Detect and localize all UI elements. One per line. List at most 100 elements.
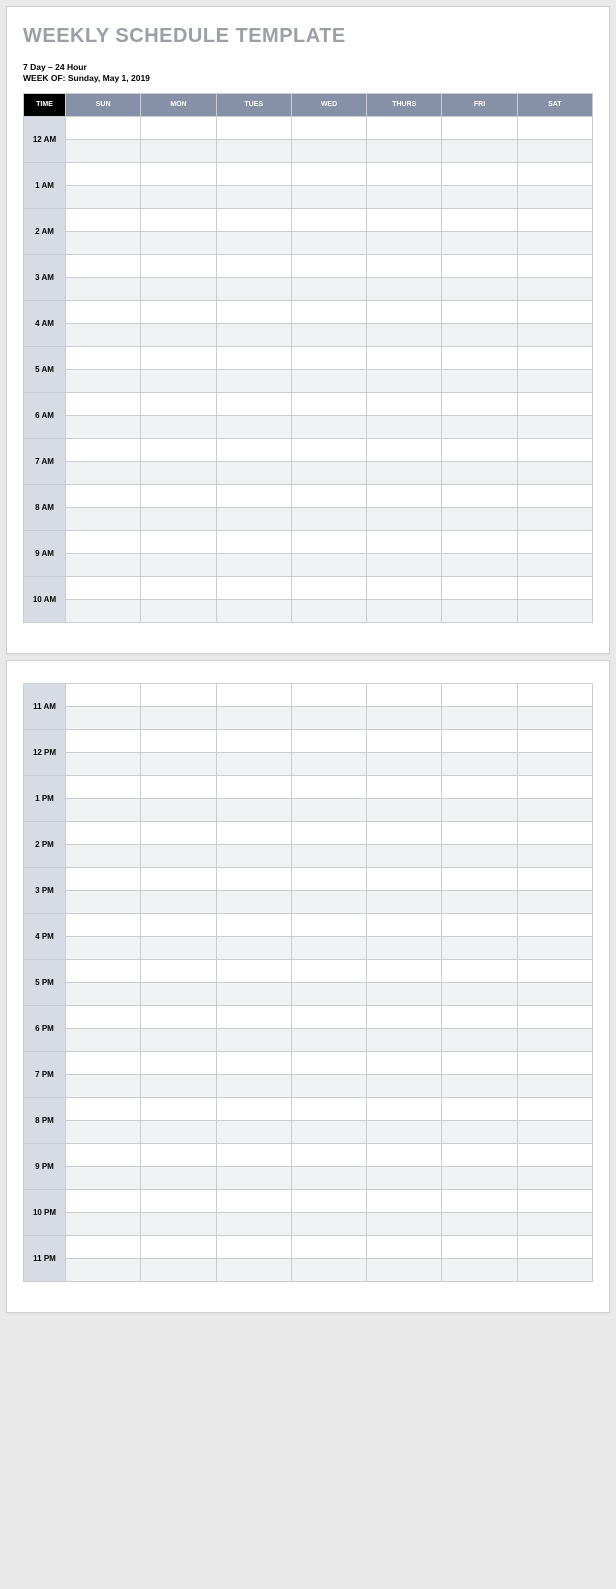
schedule-cell[interactable]	[291, 415, 366, 438]
schedule-cell[interactable]	[141, 208, 216, 231]
schedule-cell[interactable]	[141, 798, 216, 821]
schedule-cell[interactable]	[291, 507, 366, 530]
schedule-cell[interactable]	[66, 139, 141, 162]
schedule-cell[interactable]	[367, 683, 442, 706]
schedule-cell[interactable]	[442, 277, 517, 300]
schedule-cell[interactable]	[442, 1235, 517, 1258]
schedule-cell[interactable]	[216, 821, 291, 844]
schedule-cell[interactable]	[216, 185, 291, 208]
schedule-cell[interactable]	[66, 1212, 141, 1235]
schedule-cell[interactable]	[367, 821, 442, 844]
schedule-cell[interactable]	[517, 507, 592, 530]
schedule-cell[interactable]	[66, 369, 141, 392]
schedule-cell[interactable]	[442, 1097, 517, 1120]
schedule-cell[interactable]	[367, 185, 442, 208]
schedule-cell[interactable]	[216, 706, 291, 729]
schedule-cell[interactable]	[517, 300, 592, 323]
schedule-cell[interactable]	[141, 116, 216, 139]
schedule-cell[interactable]	[141, 1120, 216, 1143]
schedule-cell[interactable]	[442, 530, 517, 553]
schedule-cell[interactable]	[367, 959, 442, 982]
schedule-cell[interactable]	[291, 798, 366, 821]
schedule-cell[interactable]	[216, 139, 291, 162]
schedule-cell[interactable]	[291, 982, 366, 1005]
schedule-cell[interactable]	[291, 1074, 366, 1097]
schedule-cell[interactable]	[66, 913, 141, 936]
schedule-cell[interactable]	[517, 346, 592, 369]
schedule-cell[interactable]	[216, 1028, 291, 1051]
schedule-cell[interactable]	[216, 208, 291, 231]
schedule-cell[interactable]	[367, 323, 442, 346]
schedule-cell[interactable]	[216, 461, 291, 484]
schedule-cell[interactable]	[216, 1258, 291, 1281]
schedule-cell[interactable]	[442, 683, 517, 706]
schedule-cell[interactable]	[216, 599, 291, 622]
schedule-cell[interactable]	[291, 323, 366, 346]
schedule-cell[interactable]	[216, 415, 291, 438]
schedule-cell[interactable]	[442, 208, 517, 231]
schedule-cell[interactable]	[141, 936, 216, 959]
schedule-cell[interactable]	[442, 139, 517, 162]
schedule-cell[interactable]	[517, 798, 592, 821]
schedule-cell[interactable]	[291, 530, 366, 553]
schedule-cell[interactable]	[141, 729, 216, 752]
schedule-cell[interactable]	[517, 139, 592, 162]
schedule-cell[interactable]	[442, 415, 517, 438]
schedule-cell[interactable]	[141, 1028, 216, 1051]
schedule-cell[interactable]	[141, 1143, 216, 1166]
schedule-cell[interactable]	[141, 323, 216, 346]
schedule-cell[interactable]	[291, 461, 366, 484]
schedule-cell[interactable]	[66, 300, 141, 323]
schedule-cell[interactable]	[141, 346, 216, 369]
schedule-cell[interactable]	[517, 1258, 592, 1281]
schedule-cell[interactable]	[442, 844, 517, 867]
schedule-cell[interactable]	[66, 392, 141, 415]
schedule-cell[interactable]	[517, 1097, 592, 1120]
schedule-cell[interactable]	[216, 116, 291, 139]
schedule-cell[interactable]	[517, 254, 592, 277]
schedule-cell[interactable]	[442, 576, 517, 599]
schedule-cell[interactable]	[291, 683, 366, 706]
schedule-cell[interactable]	[291, 208, 366, 231]
schedule-cell[interactable]	[517, 1005, 592, 1028]
schedule-cell[interactable]	[141, 1258, 216, 1281]
schedule-cell[interactable]	[291, 139, 366, 162]
schedule-cell[interactable]	[66, 553, 141, 576]
schedule-cell[interactable]	[216, 484, 291, 507]
schedule-cell[interactable]	[291, 1235, 366, 1258]
schedule-cell[interactable]	[442, 1166, 517, 1189]
schedule-cell[interactable]	[216, 959, 291, 982]
schedule-cell[interactable]	[216, 1097, 291, 1120]
schedule-cell[interactable]	[517, 1074, 592, 1097]
schedule-cell[interactable]	[66, 936, 141, 959]
schedule-cell[interactable]	[141, 185, 216, 208]
schedule-cell[interactable]	[66, 1258, 141, 1281]
schedule-cell[interactable]	[442, 392, 517, 415]
schedule-cell[interactable]	[442, 867, 517, 890]
schedule-cell[interactable]	[291, 867, 366, 890]
schedule-cell[interactable]	[442, 1120, 517, 1143]
schedule-cell[interactable]	[517, 1051, 592, 1074]
schedule-cell[interactable]	[66, 461, 141, 484]
schedule-cell[interactable]	[442, 706, 517, 729]
schedule-cell[interactable]	[367, 706, 442, 729]
schedule-cell[interactable]	[517, 1143, 592, 1166]
schedule-cell[interactable]	[367, 867, 442, 890]
schedule-cell[interactable]	[66, 277, 141, 300]
schedule-cell[interactable]	[367, 936, 442, 959]
schedule-cell[interactable]	[216, 300, 291, 323]
schedule-cell[interactable]	[141, 982, 216, 1005]
schedule-cell[interactable]	[517, 185, 592, 208]
schedule-cell[interactable]	[517, 706, 592, 729]
schedule-cell[interactable]	[216, 369, 291, 392]
schedule-cell[interactable]	[442, 729, 517, 752]
schedule-cell[interactable]	[442, 798, 517, 821]
schedule-cell[interactable]	[141, 392, 216, 415]
schedule-cell[interactable]	[517, 959, 592, 982]
schedule-cell[interactable]	[517, 1212, 592, 1235]
schedule-cell[interactable]	[216, 346, 291, 369]
schedule-cell[interactable]	[442, 599, 517, 622]
schedule-cell[interactable]	[517, 116, 592, 139]
schedule-cell[interactable]	[442, 890, 517, 913]
schedule-cell[interactable]	[66, 982, 141, 1005]
